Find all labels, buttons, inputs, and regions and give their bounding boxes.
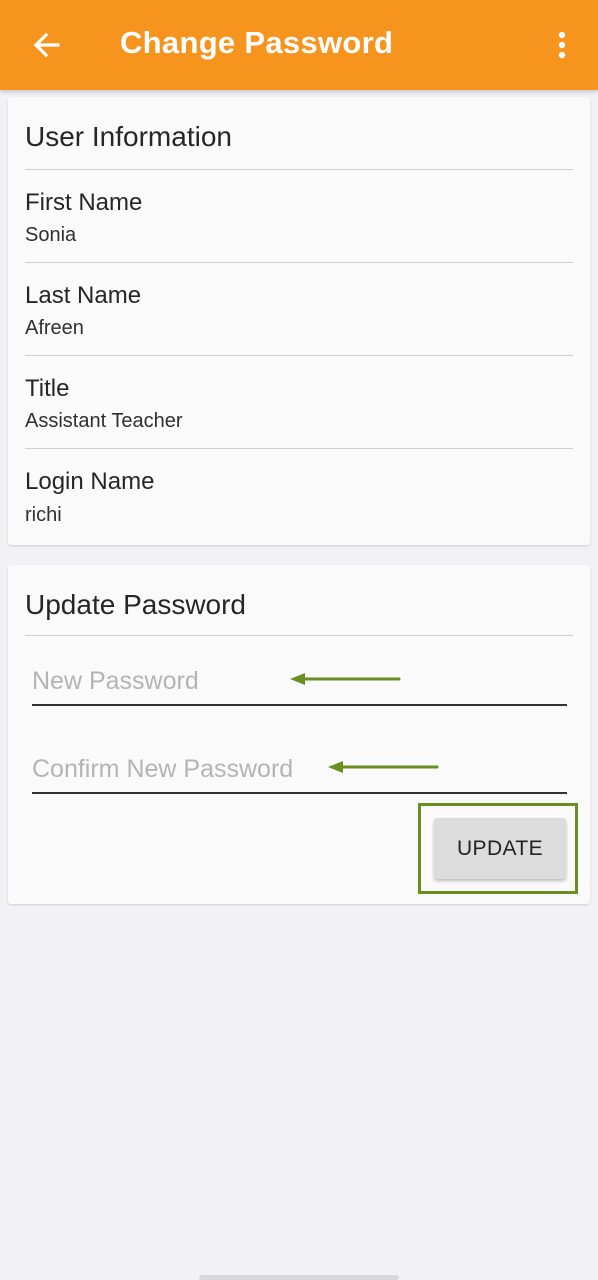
- annotation-arrow-left-icon: [328, 761, 439, 773]
- update-password-title: Update Password: [25, 589, 247, 620]
- login-name-label: Login Name: [25, 468, 155, 495]
- last-name-label: Last Name: [25, 282, 142, 309]
- divider: [25, 355, 573, 356]
- back-button[interactable]: [22, 22, 72, 68]
- first-name-value: Sonia: [25, 224, 77, 246]
- login-name-value: richi: [25, 504, 62, 526]
- more-vertical-icon: [558, 31, 566, 59]
- annotation-arrow-left-icon: [290, 673, 401, 685]
- user-information-title: User Information: [25, 121, 232, 152]
- title-value: Assistant Teacher: [25, 410, 183, 432]
- divider: [25, 635, 573, 636]
- title-label: Title: [25, 375, 70, 402]
- home-indicator[interactable]: [199, 1275, 399, 1280]
- page-title: Change Password: [120, 25, 394, 60]
- confirm-password-input[interactable]: [32, 755, 567, 784]
- arrow-left-icon: [33, 32, 60, 58]
- divider: [25, 262, 573, 263]
- overflow-menu-button[interactable]: [540, 24, 584, 66]
- confirm-password-field: [32, 734, 567, 794]
- app-bar: Change Password: [0, 0, 598, 90]
- divider: [25, 448, 573, 449]
- user-information-card: User Information First Name Sonia Last N…: [8, 97, 590, 545]
- last-name-value: Afreen: [25, 317, 84, 339]
- first-name-label: First Name: [25, 189, 143, 216]
- divider: [25, 169, 573, 170]
- update-button[interactable]: UPDATE: [434, 818, 566, 879]
